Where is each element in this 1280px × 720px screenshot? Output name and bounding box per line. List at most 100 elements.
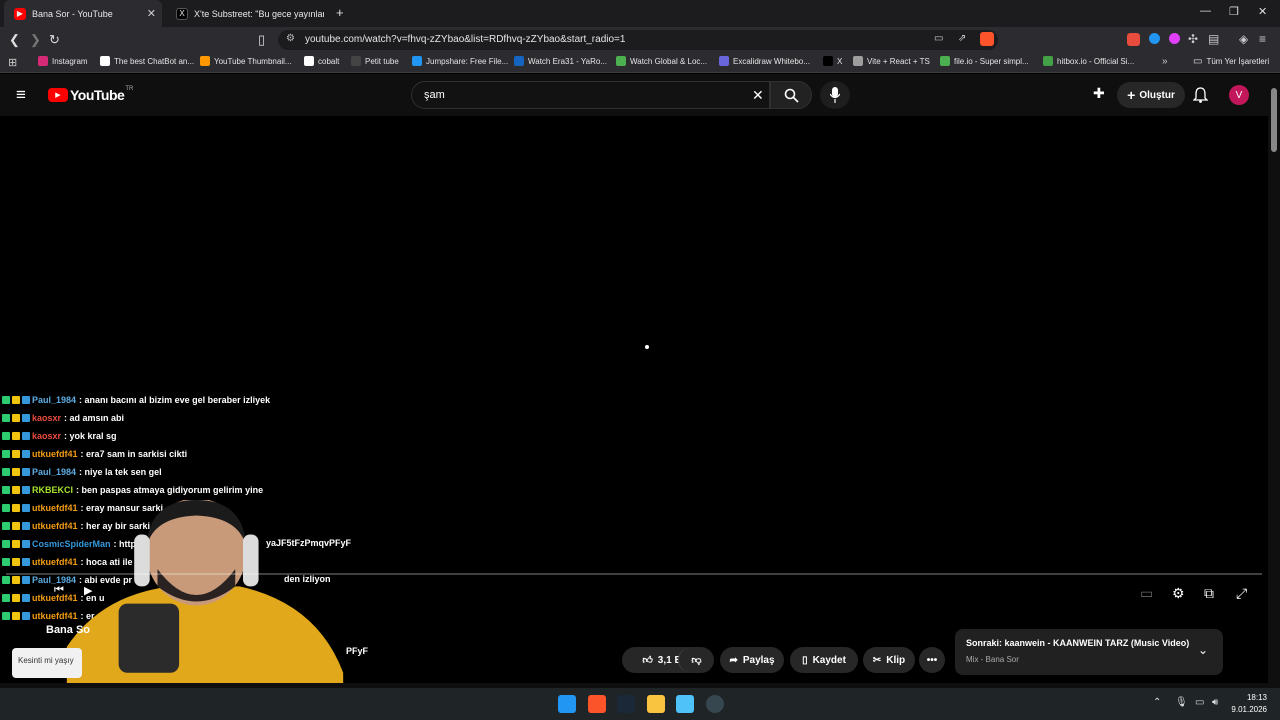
- bookmark-label: YouTube Thumbnail...: [214, 56, 292, 66]
- reload-icon[interactable]: ↻: [49, 32, 60, 48]
- menu-icon[interactable]: ≡: [1259, 32, 1266, 46]
- extension-icon[interactable]: [1169, 33, 1180, 44]
- page-scrollbar[interactable]: [1268, 74, 1280, 688]
- bookmark-favicon-icon: [514, 56, 524, 66]
- chat-badge-icon: [22, 522, 30, 530]
- windows-taskbar: ⌃ 🎙︎ ▭ 🔊︎ 18:13 9.01.2026: [0, 688, 1280, 720]
- miniplayer-icon[interactable]: ⧉: [1204, 585, 1214, 602]
- chat-badge-icon: [2, 450, 10, 458]
- youtube-play-logo-icon: ▶: [48, 88, 68, 102]
- bookmark-item[interactable]: Petit tube: [351, 56, 399, 66]
- bookmark-favicon-icon: [823, 56, 833, 66]
- x-favicon-icon: X: [176, 7, 188, 20]
- all-bookmarks-folder[interactable]: ▭ Tüm Yer İşaretleri: [1193, 56, 1269, 67]
- up-next-card[interactable]: Sonraki: kaanwein - KAANWEIN TARZ (Music…: [955, 629, 1223, 675]
- app-icon[interactable]: [676, 695, 694, 713]
- share-page-icon[interactable]: ⇗: [958, 33, 966, 44]
- tab-label: X'te Substreet: "Bu gece yayınlanacak: [194, 8, 324, 19]
- overlay-subtext: Kesinti mi yaşıy: [18, 656, 74, 665]
- subtitles-icon[interactable]: ▭: [1140, 585, 1153, 602]
- create-plus-icon[interactable]: ✚: [1093, 85, 1105, 102]
- search-input[interactable]: şam ✕: [411, 81, 770, 109]
- chat-badge-icon: [22, 576, 30, 584]
- search-button[interactable]: [770, 81, 812, 109]
- new-tab-button[interactable]: +: [336, 5, 344, 20]
- bookmark-item[interactable]: Vite + React + TS: [853, 56, 930, 66]
- bookmark-item[interactable]: Instagram: [38, 56, 88, 66]
- bookmark-item[interactable]: hitbox.io - Official Si...: [1043, 56, 1134, 66]
- sidebar-icon[interactable]: ▤: [1208, 32, 1219, 46]
- microphone-icon: [830, 87, 840, 103]
- app-icon[interactable]: [706, 695, 724, 713]
- bookmark-icon[interactable]: ▯: [258, 32, 265, 48]
- chat-badge-icon: [12, 450, 20, 458]
- youtube-logo[interactable]: ▶ YouTube TR: [48, 86, 133, 103]
- back-icon[interactable]: ❮: [9, 32, 20, 48]
- notifications-bell-icon[interactable]: [1193, 87, 1208, 103]
- bookmark-item[interactable]: X: [823, 56, 842, 66]
- minimize-icon[interactable]: —: [1200, 5, 1211, 17]
- chat-message: kaosxr: ad amsın abi: [2, 409, 124, 427]
- chat-badge-icon: [2, 468, 10, 476]
- tab-x[interactable]: X X'te Substreet: "Bu gece yayınlanacak: [166, 0, 326, 27]
- bookmark-item[interactable]: The best ChatBot an...: [100, 56, 194, 66]
- tray-network-icon[interactable]: ▭: [1195, 697, 1204, 708]
- forward-icon[interactable]: ❯: [30, 32, 41, 48]
- hamburger-menu-icon[interactable]: ≡: [16, 85, 26, 105]
- play-icon[interactable]: ▶: [84, 584, 92, 597]
- close-tab-icon[interactable]: ✕: [147, 7, 156, 20]
- bookmark-item[interactable]: cobalt: [304, 56, 339, 66]
- bookmark-item[interactable]: Watch Era31 - YaRo...: [514, 56, 607, 66]
- bookmark-item[interactable]: YouTube Thumbnail...: [200, 56, 292, 66]
- tab-youtube[interactable]: ▶ Bana Sor - YouTube ✕: [4, 0, 162, 27]
- video-player[interactable]: Paul_1984: ananı bacını al bizim eve gel…: [0, 116, 1268, 690]
- previous-icon[interactable]: ⏮: [54, 584, 64, 597]
- scrollbar-thumb[interactable]: [1271, 88, 1277, 152]
- extension-icon[interactable]: [1149, 33, 1160, 44]
- maximize-icon[interactable]: ❐: [1229, 5, 1239, 18]
- tray-mic-icon[interactable]: 🎙︎: [1175, 697, 1188, 708]
- dislike-button[interactable]: 👎︎: [678, 647, 714, 673]
- fullscreen-icon[interactable]: ⤢: [1236, 585, 1247, 602]
- chat-badge-icon: [12, 576, 20, 584]
- site-info-icon[interactable]: ⚙: [286, 33, 295, 44]
- wallet-icon[interactable]: ◈: [1239, 32, 1248, 46]
- steam-icon[interactable]: [617, 695, 635, 713]
- puzzle-icon[interactable]: ✣: [1188, 32, 1198, 46]
- clip-button[interactable]: ✂ Klip: [863, 647, 915, 673]
- windows-start-icon[interactable]: [558, 695, 576, 713]
- settings-gear-icon[interactable]: ⚙: [1172, 585, 1185, 602]
- tray-volume-icon[interactable]: 🔊︎: [1212, 697, 1218, 708]
- url-text: youtube.com/watch?v=fhvq-zZYbao&list=RDf…: [305, 34, 626, 45]
- chat-badge-icon: [22, 468, 30, 476]
- tray-chevron-up-icon[interactable]: ⌃: [1153, 697, 1161, 708]
- bookmark-label: X: [837, 56, 843, 66]
- avatar[interactable]: V: [1229, 85, 1249, 105]
- brave-browser-icon[interactable]: [588, 695, 606, 713]
- tab-label: Bana Sor - YouTube: [32, 8, 113, 19]
- cast-icon[interactable]: ▭: [934, 33, 943, 44]
- save-button[interactable]: ▯ Kaydet: [790, 647, 858, 673]
- voice-search-button[interactable]: [820, 81, 850, 109]
- chat-badge-icon: [12, 558, 20, 566]
- bookmark-item[interactable]: file.io - Super simpl...: [940, 56, 1029, 66]
- address-bar[interactable]: ⚙ youtube.com/watch?v=fhvq-zZYbao&list=R…: [278, 30, 998, 50]
- create-button[interactable]: + Oluştur: [1117, 82, 1185, 108]
- more-bookmarks-icon[interactable]: »: [1162, 56, 1168, 67]
- apps-grid-icon[interactable]: ⊞: [8, 56, 17, 69]
- chat-text: : yok kral sg: [64, 431, 117, 441]
- bookmark-item[interactable]: Excalidraw Whitebo...: [719, 56, 810, 66]
- extension-icon[interactable]: [1127, 33, 1140, 46]
- close-window-icon[interactable]: ✕: [1258, 5, 1267, 18]
- bookmark-label: The best ChatBot an...: [114, 56, 195, 66]
- share-button[interactable]: ➦ Paylaş: [720, 647, 784, 673]
- brave-shields-icon[interactable]: [980, 32, 994, 46]
- bookmark-item[interactable]: Jumpshare: Free File...: [412, 56, 508, 66]
- file-explorer-icon[interactable]: [647, 695, 665, 713]
- chat-badge-icon: [22, 396, 30, 404]
- more-actions-button[interactable]: •••: [919, 647, 945, 673]
- chevron-down-icon[interactable]: ⌄: [1198, 643, 1208, 657]
- clear-search-icon[interactable]: ✕: [752, 87, 764, 104]
- progress-bar[interactable]: [6, 573, 1262, 575]
- bookmark-item[interactable]: Watch Global & Loc...: [616, 56, 707, 66]
